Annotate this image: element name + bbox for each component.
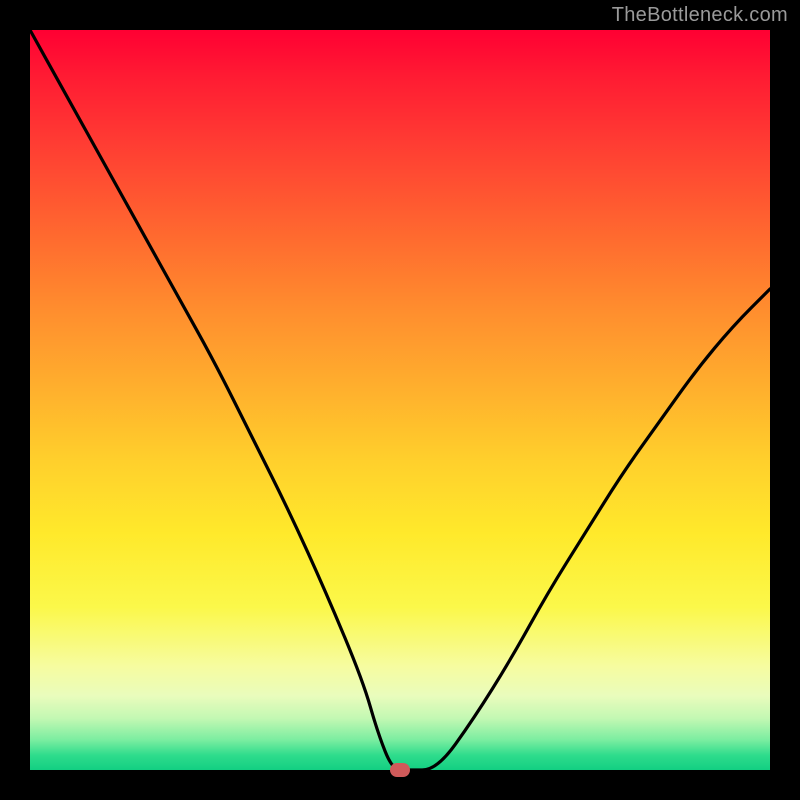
curve-svg (30, 30, 770, 770)
plot-area (30, 30, 770, 770)
chart-frame: TheBottleneck.com (0, 0, 800, 800)
bottleneck-curve (30, 30, 770, 770)
optimal-point-marker (390, 763, 410, 777)
watermark-text: TheBottleneck.com (612, 4, 788, 27)
